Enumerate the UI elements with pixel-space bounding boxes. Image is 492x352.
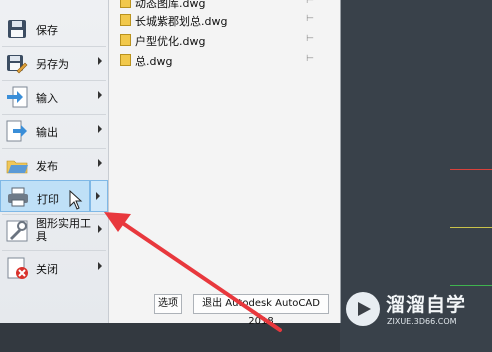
recent-document-name: 总.dwg — [135, 55, 173, 68]
recent-document-item[interactable]: 总.dwg ⊢ — [118, 50, 318, 70]
chevron-right-icon — [98, 91, 102, 99]
canvas-line-green — [450, 285, 492, 286]
pin-icon[interactable]: ⊢ — [306, 0, 314, 6]
chevron-right-icon — [98, 159, 102, 167]
export-icon — [6, 120, 27, 142]
exit-autocad-button[interactable]: 退出 Autodesk AutoCAD 2018 — [193, 294, 329, 327]
watermark-logo — [346, 292, 380, 326]
pin-icon[interactable]: ⊢ — [306, 34, 314, 44]
chevron-right-icon — [98, 262, 102, 270]
play-icon — [358, 302, 371, 316]
menu-item-label-line: 图形实用工 — [36, 217, 91, 230]
floppy-disk-icon — [8, 20, 26, 38]
printer-icon — [8, 187, 28, 207]
dwg-file-icon — [120, 0, 131, 8]
watermark: 溜溜自学 ZIXUE.3D66.COM — [344, 288, 474, 340]
canvas-line-red — [450, 169, 492, 170]
menu-item-drawing-utilities[interactable]: 图形实用工具 — [0, 214, 108, 248]
recent-document-name: 长城紫郡划总.dwg — [135, 15, 228, 28]
menu-item-save-as[interactable]: 另存为 — [0, 46, 108, 80]
application-menu-commands: 保存 另存为 输入 输出 发布 打印 图形实用工 具 关闭 — [0, 0, 109, 323]
pin-icon[interactable]: ⊢ — [306, 14, 314, 24]
drawing-utilities-icon — [6, 220, 28, 242]
close-drawing-icon — [7, 257, 28, 279]
chevron-right-icon — [98, 225, 102, 233]
menu-item-label: 保存 — [36, 24, 58, 37]
publish-icon — [6, 160, 28, 174]
menu-item-publish[interactable]: 发布 — [0, 148, 108, 182]
pin-icon[interactable]: ⊢ — [306, 54, 314, 64]
recent-document-item[interactable]: 长城紫郡划总.dwg ⊢ — [118, 10, 318, 30]
menu-item-label: 打印 — [37, 193, 59, 206]
chevron-right-icon — [98, 57, 102, 65]
menu-item-label-line: 具 — [36, 230, 47, 243]
chevron-right-icon — [98, 125, 102, 133]
recent-document-item[interactable]: 户型优化.dwg ⊢ — [118, 30, 318, 50]
print-submenu-button[interactable] — [90, 180, 108, 212]
save-as-icon — [7, 55, 28, 74]
watermark-title: 溜溜自学 — [386, 294, 467, 316]
dwg-file-icon — [120, 14, 131, 26]
chevron-right-icon — [96, 192, 100, 200]
dwg-file-icon — [120, 34, 131, 46]
recent-document-name: 户型优化.dwg — [135, 35, 206, 48]
application-menu: 保存 另存为 输入 输出 发布 打印 图形实用工 具 关闭 动态图库.dwg ⊢… — [0, 0, 341, 327]
menu-item-close[interactable]: 关闭 — [0, 251, 108, 285]
menu-item-label: 发布 — [36, 160, 58, 173]
menu-item-save[interactable]: 保存 — [0, 12, 108, 46]
menu-item-export[interactable]: 输出 — [0, 114, 108, 148]
import-icon — [7, 86, 28, 108]
menu-item-label: 图形实用工具 — [36, 217, 91, 243]
options-button[interactable]: 选项 — [154, 294, 182, 314]
menu-item-label: 另存为 — [36, 58, 69, 71]
menu-item-label: 输入 — [36, 92, 58, 105]
canvas-line-yellow — [450, 227, 492, 228]
watermark-url: ZIXUE.3D66.COM — [387, 317, 457, 326]
menu-item-label: 输出 — [36, 126, 58, 139]
menu-item-import[interactable]: 输入 — [0, 80, 108, 114]
dwg-file-icon — [120, 54, 131, 66]
menu-item-label: 关闭 — [36, 263, 58, 276]
mouse-cursor-icon — [69, 190, 83, 210]
